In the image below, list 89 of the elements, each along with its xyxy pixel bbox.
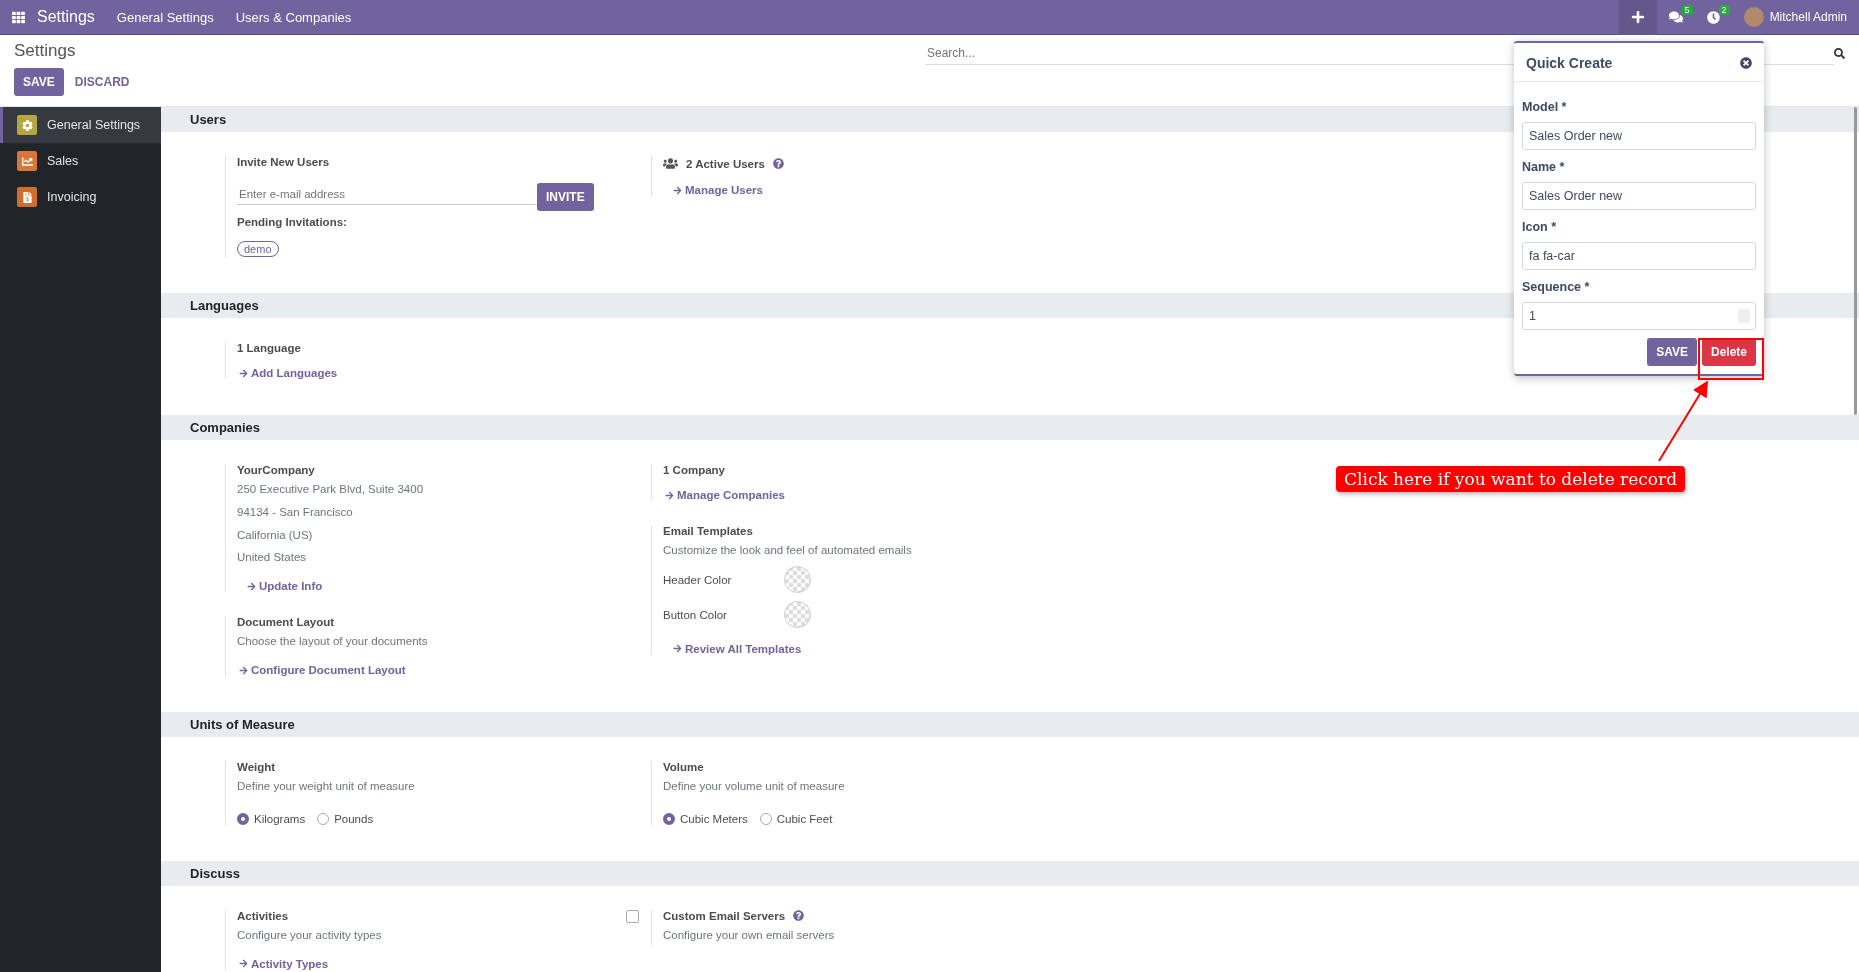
setting-title: 1 Company — [663, 464, 725, 476]
save-button[interactable]: SAVE — [14, 68, 64, 96]
arrow-right-icon — [665, 490, 674, 500]
app-icon — [17, 115, 37, 135]
pending-label: Pending Invitations: — [237, 216, 347, 228]
message-count: 5 — [1681, 4, 1693, 15]
radio-option[interactable]: Kilograms — [237, 812, 306, 825]
scrollbar[interactable] — [1854, 107, 1857, 415]
input-field[interactable]: Sales Order new — [1522, 122, 1756, 150]
setting-link[interactable]: Add Languages — [239, 367, 338, 379]
radio-option[interactable]: Cubic Feet — [759, 812, 833, 825]
annotation-callout: Click here if you want to delete record — [1336, 466, 1686, 492]
setting-description: United States — [237, 550, 308, 566]
search-icon[interactable] — [1834, 47, 1845, 59]
setting-title: 1 Language — [237, 342, 301, 354]
invite-button[interactable]: INVITE — [537, 183, 594, 211]
setting-link[interactable]: Configure Document Layout — [239, 664, 406, 677]
sidebar-item[interactable]: General Settings — [0, 107, 161, 143]
delete-button[interactable]: Delete — [1701, 338, 1756, 366]
help-icon[interactable] — [772, 158, 784, 169]
setting-title: Activities — [237, 909, 289, 922]
setting-description: Configure your activity types — [237, 927, 383, 943]
arrow-right-icon — [673, 185, 682, 195]
help-icon[interactable] — [793, 910, 805, 922]
setting-link[interactable]: Manage Users — [673, 184, 763, 196]
discard-button[interactable]: DISCARD — [65, 68, 139, 96]
input-field[interactable]: 1 — [1522, 302, 1756, 330]
checkbox[interactable] — [626, 909, 639, 923]
setting-description: 94134 - San Francisco — [237, 504, 354, 520]
top-menu-item[interactable]: General Settings — [116, 9, 214, 25]
page-title: Settings — [14, 41, 77, 61]
section-header: Discuss — [161, 860, 1859, 886]
field-label: Name * — [1522, 160, 1566, 174]
arrow-right-icon — [673, 644, 682, 654]
sidebar-item[interactable]: Sales — [0, 143, 161, 179]
setting-title: Volume — [663, 761, 704, 774]
radio-option[interactable]: Pounds — [317, 812, 374, 825]
setting-title: Custom Email Servers — [663, 909, 786, 922]
setting-description: Customize the look and feel of automated emails — [663, 543, 913, 558]
setting-title: YourCompany — [237, 464, 315, 476]
users-icon — [663, 156, 678, 171]
sidebar-label: Sales — [47, 154, 79, 168]
app-icon — [17, 187, 37, 207]
input-field[interactable]: fa fa-car — [1522, 242, 1756, 270]
setting-description: Define your volume unit of measure — [663, 779, 846, 795]
field-label: Icon * — [1522, 220, 1558, 234]
setting-link[interactable]: Activity Types — [239, 957, 329, 970]
arrow-right-icon — [247, 581, 256, 591]
arrow-right-icon — [239, 959, 248, 969]
color-label: Header Color — [663, 573, 733, 586]
radio-option[interactable]: Cubic Meters — [663, 812, 748, 825]
app-title[interactable]: Settings — [37, 8, 95, 26]
close-icon[interactable] — [1740, 57, 1752, 69]
setting-description: 250 Executive Park Blvd, Suite 3400 — [237, 482, 425, 497]
user-name[interactable]: Mitchell Admin — [1769, 10, 1847, 24]
setting-title: Document Layout — [237, 616, 335, 629]
setting-title: Email Templates — [663, 525, 753, 537]
sidebar-label: Invoicing — [47, 190, 97, 204]
color-swatch[interactable] — [784, 601, 811, 629]
sidebar-item[interactable]: Invoicing — [0, 179, 161, 215]
quick-create-button[interactable] — [1618, 0, 1657, 35]
setting-title: 2 Active Users — [686, 157, 765, 170]
section-header: Units of Measure — [161, 712, 1859, 738]
arrow-right-icon — [239, 368, 248, 378]
save-button[interactable]: SAVE — [1647, 338, 1697, 366]
color-swatch[interactable] — [784, 566, 811, 594]
activity-count: 2 — [1718, 4, 1730, 15]
setting-description: California (US) — [237, 527, 314, 543]
arrow-right-icon — [239, 665, 248, 675]
setting-link[interactable]: Manage Companies — [665, 489, 785, 501]
apps-menu-icon[interactable] — [12, 10, 25, 24]
setting-link[interactable]: Update Info — [247, 580, 323, 593]
setting-description: Choose the layout of your documents — [237, 634, 429, 650]
setting-link[interactable]: Review All Templates — [673, 642, 802, 655]
plus-icon — [1630, 10, 1645, 24]
setting-description: Configure your own email servers — [663, 927, 836, 943]
field-label: Sequence * — [1522, 280, 1591, 294]
setting-description: Define your weight unit of measure — [237, 779, 416, 795]
messages-icon[interactable] — [1668, 10, 1683, 24]
highlight-frame — [1698, 338, 1764, 380]
app-icon — [17, 151, 37, 171]
sidebar-label: General Settings — [47, 118, 141, 132]
section-header: Companies — [161, 415, 1859, 440]
input-field[interactable]: Sales Order new — [1522, 182, 1756, 210]
setting-title: Weight — [237, 761, 276, 774]
color-label: Button Color — [663, 608, 728, 621]
top-menu-item[interactable]: Users & Companies — [235, 9, 352, 25]
activities-icon[interactable] — [1706, 10, 1720, 24]
setting-title: Invite New Users — [237, 156, 330, 168]
